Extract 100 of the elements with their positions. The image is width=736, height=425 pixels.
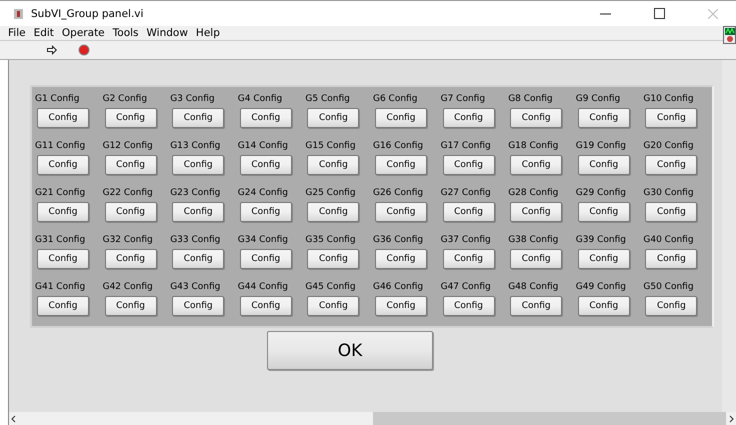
group-label: G6 Config [372, 93, 418, 106]
group-label: G28 Config [508, 187, 560, 200]
group-label: G34 Config [238, 234, 289, 247]
ok-button[interactable]: OK [267, 331, 433, 370]
group-label: G18 Config [508, 140, 560, 153]
config-button[interactable]: Config [307, 249, 360, 269]
config-button[interactable]: Config [307, 108, 360, 128]
config-button[interactable]: Config [442, 202, 495, 222]
config-button[interactable]: Config [172, 155, 224, 175]
group-label: G22 Config [102, 187, 154, 200]
config-button[interactable]: Config [442, 296, 495, 316]
config-button[interactable]: Config [578, 202, 630, 222]
config-button[interactable]: Config [172, 296, 224, 316]
group-label: G40 Config [643, 234, 695, 247]
config-button[interactable]: Config [172, 108, 224, 128]
config-button[interactable]: Config [510, 296, 562, 316]
stop-icon[interactable] [78, 44, 90, 56]
app-icon [14, 8, 23, 18]
run-arrow-icon[interactable] [46, 44, 58, 56]
config-button[interactable]: Config [240, 155, 292, 175]
config-button[interactable]: Config [645, 155, 698, 175]
group-label: G25 Config [305, 187, 357, 200]
window-title: SubVI_Group panel.vi [31, 8, 144, 20]
config-button[interactable]: Config [510, 155, 562, 175]
menu-item[interactable]: Window [142, 27, 192, 39]
config-button[interactable]: Config [172, 249, 224, 269]
config-button[interactable]: Config [578, 249, 630, 269]
group-label: G7 Config [440, 93, 486, 106]
config-button[interactable]: Config [104, 296, 157, 316]
group-label: G11 Config [35, 140, 86, 153]
config-button[interactable]: Config [240, 108, 292, 128]
config-button[interactable]: Config [645, 108, 698, 128]
config-button[interactable]: Config [442, 108, 495, 128]
group-label: G4 Config [238, 93, 284, 106]
group-label: G20 Config [643, 140, 695, 153]
group-label: G44 Config [238, 281, 289, 294]
config-button[interactable]: Config [37, 108, 89, 128]
config-button[interactable]: Config [510, 108, 562, 128]
config-button[interactable]: Config [374, 249, 427, 269]
config-button[interactable]: Config [172, 202, 224, 222]
group-label: G26 Config [372, 187, 424, 200]
group-label: G9 Config [576, 93, 622, 106]
group-label: G24 Config [238, 187, 289, 200]
config-button[interactable]: Config [374, 108, 427, 128]
config-button[interactable]: Config [578, 108, 630, 128]
config-button[interactable]: Config [442, 155, 495, 175]
menu-item[interactable]: Tools [108, 27, 143, 39]
config-button[interactable]: Config [104, 202, 157, 222]
group-label: G33 Config [170, 234, 222, 247]
vertical-scrollbar[interactable] [722, 60, 736, 412]
menu-item[interactable]: Operate [58, 27, 109, 39]
menu-item[interactable]: File [4, 27, 30, 39]
config-button[interactable]: Config [645, 202, 698, 222]
config-button[interactable]: Config [510, 249, 562, 269]
config-button[interactable]: Config [240, 296, 292, 316]
group-label: G42 Config [102, 281, 154, 294]
config-button[interactable]: Config [104, 108, 157, 128]
group-label: G39 Config [576, 234, 627, 247]
config-button[interactable]: Config [578, 155, 630, 175]
config-button[interactable]: Config [578, 296, 630, 316]
config-button[interactable]: Config [374, 296, 427, 316]
config-button[interactable]: Config [37, 249, 89, 269]
group-label: G30 Config [643, 187, 695, 200]
config-button[interactable]: Config [645, 296, 698, 316]
config-button[interactable]: Config [307, 155, 360, 175]
group-label: G45 Config [305, 281, 357, 294]
group-label: G38 Config [508, 234, 560, 247]
menu-item[interactable]: Help [192, 27, 224, 39]
config-button[interactable]: Config [374, 202, 427, 222]
config-button[interactable]: Config [240, 249, 292, 269]
config-button[interactable]: Config [374, 155, 427, 175]
config-button[interactable]: Config [104, 249, 157, 269]
group-label: G14 Config [238, 140, 289, 153]
config-button[interactable]: Config [37, 296, 89, 316]
config-button[interactable]: Config [307, 202, 360, 222]
config-button[interactable]: Config [104, 155, 157, 175]
config-button[interactable]: Config [510, 202, 562, 222]
group-label: G1 Config [35, 93, 80, 106]
group-label: G35 Config [305, 234, 357, 247]
group-label: G16 Config [372, 140, 424, 153]
group-label: G47 Config [440, 281, 492, 294]
group-label: G48 Config [508, 281, 560, 294]
config-button[interactable]: Config [442, 249, 495, 269]
group-label: G46 Config [372, 281, 424, 294]
menu-item[interactable]: Edit [30, 27, 58, 39]
group-label: G49 Config [576, 281, 627, 294]
group-label: G2 Config [102, 93, 148, 106]
config-button[interactable]: Config [645, 249, 698, 269]
config-button[interactable]: Config [37, 202, 89, 222]
group-label: G5 Config [305, 93, 351, 106]
group-label: G32 Config [102, 234, 154, 247]
config-button[interactable]: Config [240, 202, 292, 222]
group-label: G15 Config [305, 140, 357, 153]
group-label: G13 Config [170, 140, 222, 153]
maximize-icon[interactable] [654, 8, 664, 19]
group-label: G17 Config [440, 140, 492, 153]
config-button[interactable]: Config [37, 155, 89, 175]
scrollbar-thumb[interactable] [373, 412, 726, 425]
group-label: G29 Config [576, 187, 627, 200]
config-button[interactable]: Config [307, 296, 360, 316]
